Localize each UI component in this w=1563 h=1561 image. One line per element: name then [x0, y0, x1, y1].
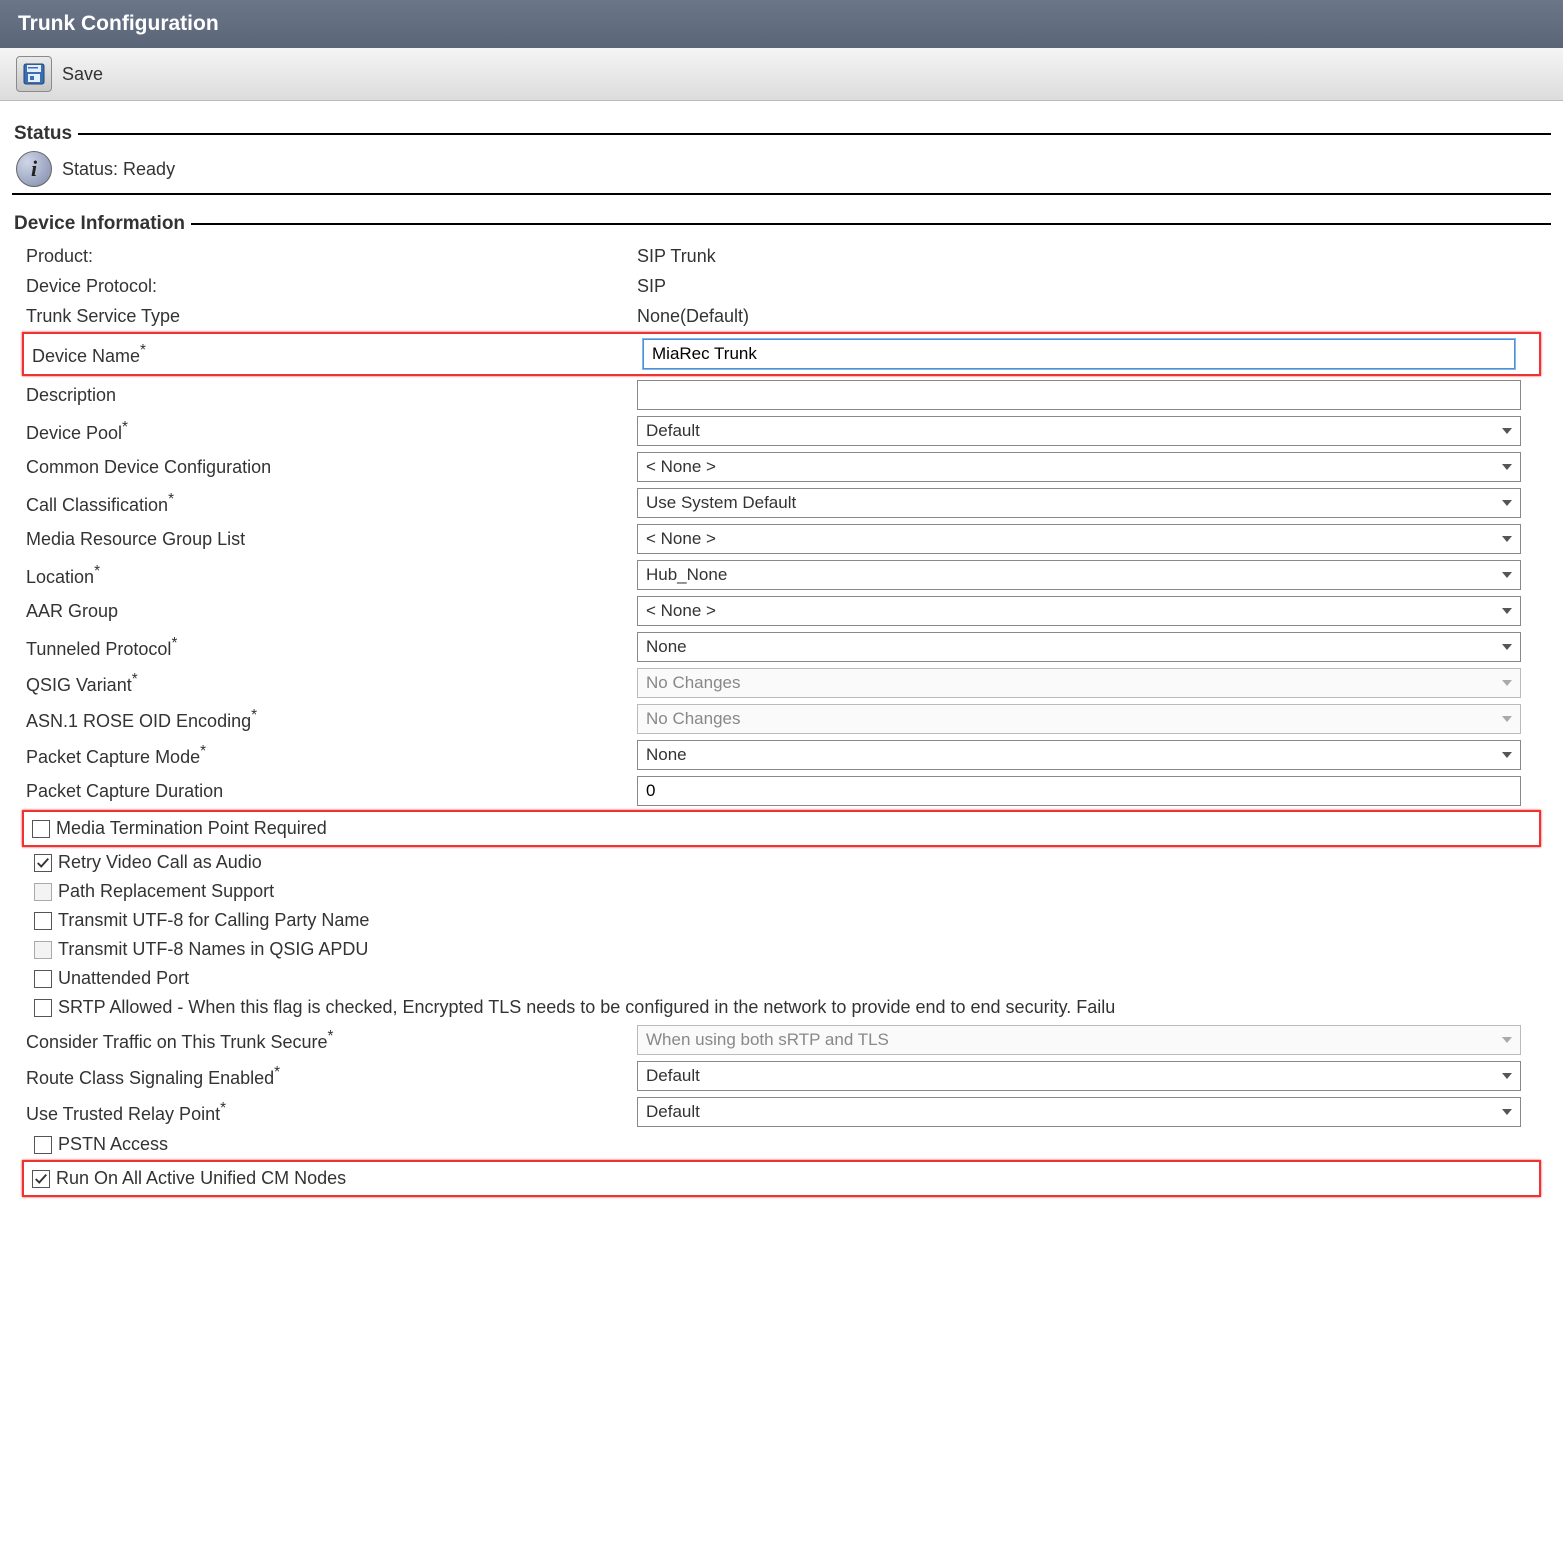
chevron-down-icon: [1502, 1109, 1512, 1115]
retry-video-label: Retry Video Call as Audio: [58, 852, 262, 873]
cdc-label: Common Device Configuration: [22, 457, 637, 478]
pstn-label: PSTN Access: [58, 1134, 168, 1155]
pcap-dur-input[interactable]: [637, 776, 1521, 806]
qsig-select: No Changes: [637, 668, 1521, 698]
retry-video-checkbox[interactable]: [34, 854, 52, 872]
chevron-down-icon: [1502, 1037, 1512, 1043]
route-class-label: Route Class Signaling Enabled*: [22, 1064, 637, 1089]
run-all-checkbox[interactable]: [32, 1170, 50, 1188]
utf8-qsig-checkbox: [34, 941, 52, 959]
chevron-down-icon: [1502, 536, 1512, 542]
path-repl-checkbox: [34, 883, 52, 901]
mrgl-label: Media Resource Group List: [22, 529, 637, 550]
qsig-label: QSIG Variant*: [22, 671, 637, 696]
page-title: Trunk Configuration: [18, 12, 219, 35]
chevron-down-icon: [1502, 500, 1512, 506]
toolbar: Save: [0, 48, 1563, 101]
tunneled-select[interactable]: None: [637, 632, 1521, 662]
save-label[interactable]: Save: [62, 64, 103, 85]
mtp-label: Media Termination Point Required: [56, 818, 327, 839]
device-info-fieldset: Device Information Product: SIP Trunk De…: [12, 213, 1551, 1200]
call-class-select[interactable]: Use System Default: [637, 488, 1521, 518]
trusted-relay-select[interactable]: Default: [637, 1097, 1521, 1127]
unattended-checkbox[interactable]: [34, 970, 52, 988]
mrgl-select[interactable]: < None >: [637, 524, 1521, 554]
srtp-checkbox[interactable]: [34, 999, 52, 1017]
page-title-bar: Trunk Configuration: [0, 0, 1563, 48]
utf8-cpn-checkbox[interactable]: [34, 912, 52, 930]
product-value: SIP Trunk: [637, 246, 1541, 267]
service-type-label: Trunk Service Type: [22, 306, 637, 327]
tunneled-label: Tunneled Protocol*: [22, 635, 637, 660]
aar-select[interactable]: < None >: [637, 596, 1521, 626]
device-pool-select[interactable]: Default: [637, 416, 1521, 446]
device-name-label: Device Name*: [28, 342, 643, 367]
asn1-label: ASN.1 ROSE OID Encoding*: [22, 707, 637, 732]
mtp-checkbox[interactable]: [32, 820, 50, 838]
chevron-down-icon: [1502, 608, 1512, 614]
asn1-select: No Changes: [637, 704, 1521, 734]
save-icon: [22, 62, 46, 86]
consider-traffic-select: When using both sRTP and TLS: [637, 1025, 1521, 1055]
chevron-down-icon: [1502, 716, 1512, 722]
pcap-mode-select[interactable]: None: [637, 740, 1521, 770]
aar-label: AAR Group: [22, 601, 637, 622]
info-icon: i: [16, 151, 52, 187]
unattended-label: Unattended Port: [58, 968, 189, 989]
route-class-select[interactable]: Default: [637, 1061, 1521, 1091]
device-info-legend: Device Information: [12, 213, 191, 235]
chevron-down-icon: [1502, 644, 1512, 650]
save-button[interactable]: [16, 56, 52, 92]
chevron-down-icon: [1502, 572, 1512, 578]
description-input[interactable]: [637, 380, 1521, 410]
path-repl-label: Path Replacement Support: [58, 881, 274, 902]
chevron-down-icon: [1502, 464, 1512, 470]
chevron-down-icon: [1502, 428, 1512, 434]
srtp-label: SRTP Allowed - When this flag is checked…: [58, 997, 1115, 1018]
protocol-label: Device Protocol:: [22, 276, 637, 297]
device-pool-label: Device Pool*: [22, 419, 637, 444]
product-label: Product:: [22, 246, 637, 267]
trusted-relay-label: Use Trusted Relay Point*: [22, 1100, 637, 1125]
pcap-mode-label: Packet Capture Mode*: [22, 743, 637, 768]
utf8-qsig-label: Transmit UTF-8 Names in QSIG APDU: [58, 939, 368, 960]
location-label: Location*: [22, 563, 637, 588]
description-label: Description: [22, 385, 637, 406]
utf8-cpn-label: Transmit UTF-8 for Calling Party Name: [58, 910, 369, 931]
service-type-value: None(Default): [637, 306, 1541, 327]
consider-traffic-label: Consider Traffic on This Trunk Secure*: [22, 1028, 637, 1053]
status-text: Status: Ready: [62, 159, 175, 180]
pstn-checkbox[interactable]: [34, 1136, 52, 1154]
status-fieldset: Status i Status: Ready: [12, 123, 1551, 195]
chevron-down-icon: [1502, 680, 1512, 686]
call-class-label: Call Classification*: [22, 491, 637, 516]
run-all-label: Run On All Active Unified CM Nodes: [56, 1168, 346, 1189]
chevron-down-icon: [1502, 752, 1512, 758]
pcap-dur-label: Packet Capture Duration: [22, 781, 637, 802]
device-name-input[interactable]: [643, 339, 1515, 369]
location-select[interactable]: Hub_None: [637, 560, 1521, 590]
cdc-select[interactable]: < None >: [637, 452, 1521, 482]
protocol-value: SIP: [637, 276, 1541, 297]
chevron-down-icon: [1502, 1073, 1512, 1079]
status-legend: Status: [12, 123, 78, 145]
